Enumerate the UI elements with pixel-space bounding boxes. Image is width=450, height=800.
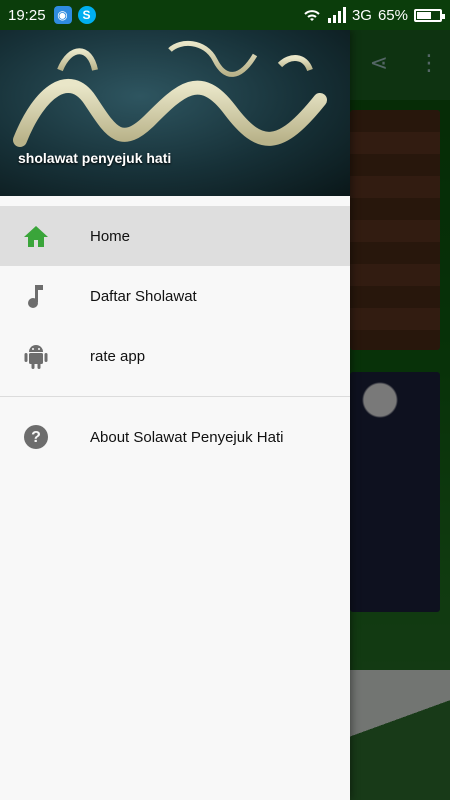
drawer-item-home[interactable]: Home xyxy=(0,206,350,266)
drawer-item-label: Home xyxy=(90,227,131,245)
home-icon xyxy=(22,222,50,250)
status-indicators: 3G 65% xyxy=(302,6,445,24)
battery-icon xyxy=(414,8,445,22)
help-circle-icon: ? xyxy=(22,423,50,451)
drawer-item-about[interactable]: ? About Solawat Penyejuk Hati xyxy=(0,407,350,467)
calligraphy-image xyxy=(13,40,327,147)
status-bar: 19:25 ◉ S 3G 65% xyxy=(0,0,450,30)
drawer-item-label: Daftar Sholawat xyxy=(90,287,197,305)
drawer-item-label: rate app xyxy=(90,347,146,365)
music-note-icon xyxy=(22,282,50,310)
svg-text:?: ? xyxy=(31,429,41,446)
battery-percent: 65% xyxy=(377,6,408,24)
drawer-divider xyxy=(0,396,350,397)
signal-icon xyxy=(327,7,346,23)
drawer-header: sholawat penyejuk hati xyxy=(0,30,350,196)
drawer-menu: Home Daftar Sholawat rate app ? About So… xyxy=(0,196,350,467)
drawer-header-title: sholawat penyejuk hati xyxy=(18,150,172,166)
wifi-icon xyxy=(304,10,320,21)
network-type: 3G xyxy=(351,6,372,24)
android-icon xyxy=(22,342,50,370)
status-time: 19:25 xyxy=(8,6,46,24)
drawer-item-label: About Solawat Penyejuk Hati xyxy=(90,428,284,446)
drawer-item-rate-app[interactable]: rate app xyxy=(0,326,350,386)
drawer-item-daftar-sholawat[interactable]: Daftar Sholawat xyxy=(0,266,350,326)
notification-app-icon: ◉ xyxy=(53,6,72,24)
navigation-drawer: sholawat penyejuk hati Home Daftar Shola… xyxy=(0,30,350,800)
skype-icon: S xyxy=(77,6,96,24)
